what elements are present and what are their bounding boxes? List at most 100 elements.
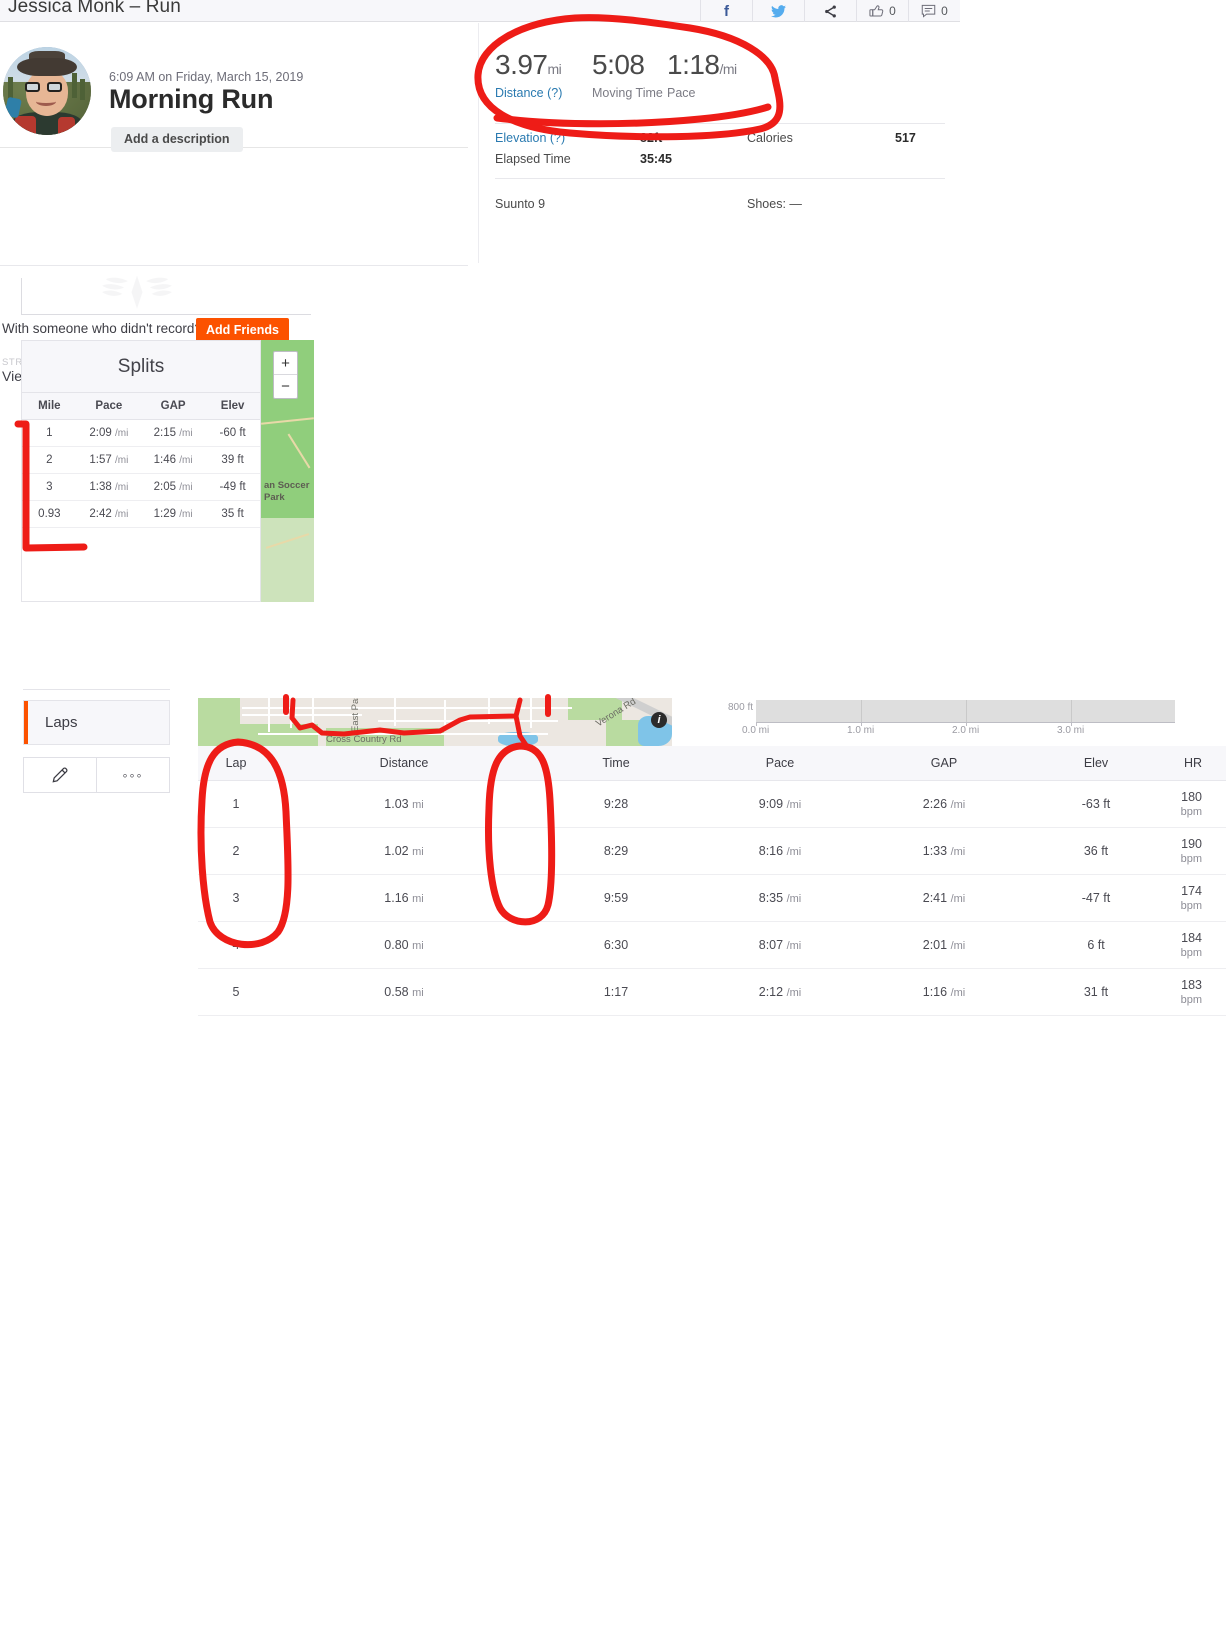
splits-mile: 3 (22, 473, 77, 501)
lap-distance: 1.16 mi (274, 874, 534, 922)
stat-pace-value: 1:18 (667, 49, 720, 80)
zoom-in-button[interactable]: + (274, 352, 297, 375)
zoom-out-button[interactable]: − (274, 375, 297, 398)
splits-col-elev[interactable]: Elev (205, 393, 260, 420)
splits-mile: 1 (22, 419, 77, 447)
header-divider (0, 265, 468, 266)
map-zoom-controls[interactable]: + − (273, 351, 298, 399)
splits-gap: 2:15 /mi (140, 419, 206, 447)
laps-col-time[interactable]: Time (534, 746, 698, 781)
laps-col-gap[interactable]: GAP (862, 746, 1026, 781)
splits-col-pace[interactable]: Pace (76, 393, 141, 420)
splits-col-mile[interactable]: Mile (22, 393, 77, 420)
laps-actions: ◦◦◦ (23, 757, 170, 793)
social-prompt-question: With someone who didn't record? (2, 321, 202, 336)
lap-number: 3 (198, 874, 274, 922)
lap-elev: -47 ft (1026, 874, 1166, 922)
elevation-y-tick-800: 800 ft (728, 702, 754, 713)
splits-gap: 1:46 /mi (140, 446, 206, 474)
splits-col-gap[interactable]: GAP (140, 393, 206, 420)
facebook-icon[interactable]: f (700, 0, 752, 22)
lap-distance: 0.80 mi (274, 921, 534, 969)
lap-elev: 6 ft (1026, 921, 1166, 969)
map-label-cross-country-rd: Cross Country Rd (326, 734, 402, 745)
lap-elev: 31 ft (1026, 968, 1166, 1016)
table-row[interactable]: 2 1.02 mi 8:29 8:16 /mi 1:33 /mi 36 ft 1… (198, 827, 1226, 875)
tab-laps[interactable]: Laps (23, 700, 170, 745)
table-row[interactable]: 4 0.80 mi 6:30 8:07 /mi 2:01 /mi 6 ft 18… (198, 921, 1226, 969)
gear-device: Suunto 9 (495, 197, 546, 211)
active-tab-indicator (24, 701, 28, 744)
lap-elev: 36 ft (1026, 827, 1166, 875)
stats-divider-1 (495, 123, 945, 124)
stat-pace: 1:18/mi Pace (667, 49, 737, 101)
elevation-plot-area (756, 700, 1175, 722)
table-row[interactable]: 3 1.16 mi 9:59 8:35 /mi 2:41 /mi -47 ft … (198, 874, 1226, 922)
stat-calories-value: 517 (895, 131, 916, 145)
lap-distance: 1.03 mi (274, 780, 534, 828)
splits-mile: 2 (22, 446, 77, 474)
kudos-button[interactable]: 0 (856, 0, 908, 22)
kudos-count: 0 (889, 4, 896, 18)
lap-time: 6:30 (534, 921, 698, 969)
elevation-x-tick-3: 3.0 mi (1057, 725, 1085, 736)
stat-distance-label[interactable]: Distance (?) (495, 86, 562, 100)
laps-header-row: Lap Distance Time Pace GAP Elev HR (198, 746, 1226, 781)
splits-pace: 2:09 /mi (76, 419, 141, 447)
laps-col-elev[interactable]: Elev (1026, 746, 1166, 781)
more-options-button[interactable]: ◦◦◦ (97, 758, 169, 792)
lap-pace: 9:09 /mi (698, 780, 862, 828)
elevation-x-tick-1: 1.0 mi (847, 725, 875, 736)
edit-button[interactable] (24, 758, 97, 792)
splits-pace: 2:42 /mi (76, 500, 141, 528)
lap-pace: 8:16 /mi (698, 827, 862, 875)
laps-col-lap[interactable]: Lap (198, 746, 274, 781)
stat-moving-time-value: 5:08 (592, 49, 645, 80)
activity-map[interactable]: East Pas Cross Country Rd Verona Rd (198, 698, 672, 746)
map-info-button[interactable]: i (651, 712, 667, 728)
elevation-chart[interactable]: 800 ft 0.0 mi 1.0 mi 2.0 mi 3.0 mi (700, 700, 1175, 746)
table-row[interactable]: 0.93 2:42 /mi 1:29 /mi 35 ft (22, 500, 260, 528)
splits-elev: -49 ft (205, 473, 260, 501)
splits-title: Splits (22, 341, 260, 393)
laps-col-hr[interactable]: HR (1166, 746, 1226, 781)
splits-gap: 2:05 /mi (140, 473, 206, 501)
stat-elevation-value: 82ft (640, 131, 663, 145)
laps-table: Lap Distance Time Pace GAP Elev HR 1 1.0… (198, 746, 1226, 1016)
comment-button[interactable]: 0 (908, 0, 960, 22)
table-row[interactable]: 1 1.03 mi 9:28 9:09 /mi 2:26 /mi -63 ft … (198, 780, 1226, 828)
lap-time: 9:28 (534, 780, 698, 828)
splits-elev: 35 ft (205, 500, 260, 528)
activity-stats-panel: 3.97mi Distance (?) 5:08 Moving Time 1:1… (478, 23, 960, 263)
tab-laps-label: Laps (45, 714, 78, 731)
table-row[interactable]: 3 1:38 /mi 2:05 /mi -49 ft (22, 473, 260, 501)
pencil-icon (52, 767, 68, 783)
stat-moving-time-label: Moving Time (592, 86, 663, 100)
lap-distance: 0.58 mi (274, 968, 534, 1016)
twitter-icon[interactable] (752, 0, 804, 22)
table-row[interactable]: 5 0.58 mi 1:17 2:12 /mi 1:16 /mi 31 ft 1… (198, 968, 1226, 1016)
lap-hr: 174 bpm (1166, 874, 1226, 922)
stats-divider-2 (495, 178, 945, 179)
lap-number: 2 (198, 827, 274, 875)
share-icon[interactable] (804, 0, 856, 22)
stat-elevation-label[interactable]: Elevation (?) (495, 131, 565, 145)
laurel-wreath-icon (102, 275, 172, 309)
laps-panel-top-border (23, 689, 170, 690)
laps-col-pace[interactable]: Pace (698, 746, 862, 781)
stat-distance: 3.97mi Distance (?) (495, 49, 562, 101)
stat-distance-value: 3.97 (495, 49, 548, 80)
splits-table: Mile Pace GAP Elev 1 2:09 /mi 2:15 /mi -… (22, 393, 260, 528)
laps-col-distance[interactable]: Distance (274, 746, 534, 781)
splits-elev: -60 ft (205, 419, 260, 447)
stat-pace-label: Pace (667, 86, 696, 100)
achievement-card (21, 275, 311, 315)
lap-number: 4 (198, 921, 274, 969)
avatar[interactable] (3, 47, 91, 135)
table-row[interactable]: 1 2:09 /mi 2:15 /mi -60 ft (22, 419, 260, 447)
lap-gap: 2:41 /mi (862, 874, 1026, 922)
lap-time: 8:29 (534, 827, 698, 875)
table-row[interactable]: 2 1:57 /mi 1:46 /mi 39 ft (22, 446, 260, 474)
lap-hr: 190 bpm (1166, 827, 1226, 875)
splits-card: Splits Mile Pace GAP Elev 1 2:09 /mi 2:1… (21, 340, 261, 602)
